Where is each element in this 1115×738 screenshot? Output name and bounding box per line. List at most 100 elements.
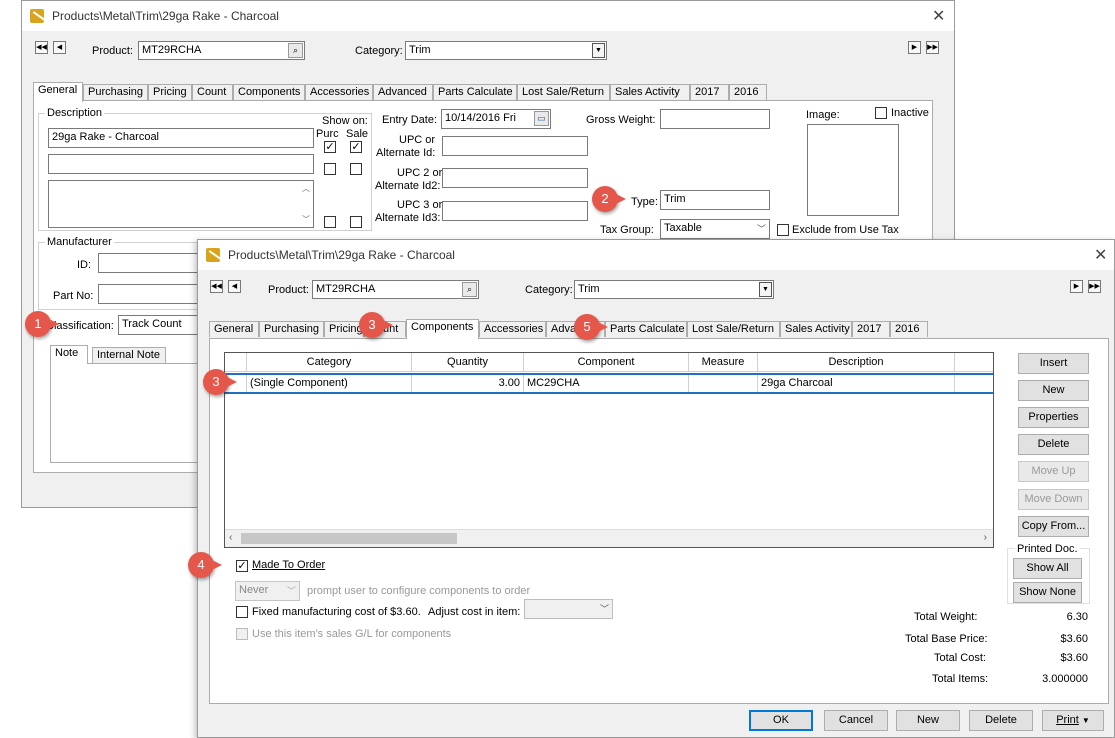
scrollbar-thumb[interactable]	[241, 533, 457, 544]
new-record-button[interactable]: New	[896, 710, 960, 731]
next-record-icon[interactable]: ▶	[1070, 280, 1083, 293]
move-up-button[interactable]: Move Up	[1018, 461, 1089, 482]
delete-component-button[interactable]: Delete	[1018, 434, 1089, 455]
cell-category[interactable]: (Single Component)	[247, 375, 412, 392]
print-button[interactable]: Print ▼	[1042, 710, 1104, 731]
table-row[interactable]: (Single Component) 3.00 MC29CHA 29ga Cha…	[225, 373, 993, 394]
note-textarea[interactable]	[50, 363, 220, 463]
copy-from-button[interactable]: Copy From...	[1018, 516, 1089, 537]
cancel-button[interactable]: Cancel	[824, 710, 888, 731]
image-box[interactable]	[807, 124, 899, 216]
tab-components[interactable]: Components	[233, 84, 305, 100]
category-select[interactable]: Trim ▼	[574, 280, 774, 299]
made-to-order-checkbox[interactable]: ✓	[236, 560, 248, 572]
tab-lost-sale-return[interactable]: Lost Sale/Return	[687, 321, 780, 337]
tab-count[interactable]: Count	[192, 84, 233, 100]
insert-button[interactable]: Insert	[1018, 353, 1089, 374]
tab-2017[interactable]: 2017	[852, 321, 890, 337]
show-none-button[interactable]: Show None	[1013, 582, 1082, 603]
tab-parts-calculate[interactable]: Parts Calculate	[433, 84, 517, 100]
description-3-field[interactable]: ︿ ﹀	[48, 180, 314, 228]
type-field[interactable]: Trim	[660, 190, 770, 210]
product-field[interactable]: MT29RCHA ⌕	[138, 41, 305, 60]
gross-weight-field[interactable]	[660, 109, 770, 129]
tab-pricing[interactable]: Pricing	[148, 84, 192, 100]
tax-group-select[interactable]: Taxable ﹀	[660, 219, 770, 239]
tab-parts-calculate[interactable]: Parts Calculate	[605, 321, 687, 337]
scroll-right-icon[interactable]: ›	[984, 532, 987, 543]
ok-button[interactable]: OK	[749, 710, 813, 731]
magnifier-icon[interactable]: ⌕	[288, 43, 303, 58]
tab-2016[interactable]: 2016	[729, 84, 767, 100]
exclude-use-tax-checkbox[interactable]	[777, 224, 789, 236]
cell-component[interactable]: MC29CHA	[524, 375, 689, 392]
prev-record-icon[interactable]: ◀	[53, 41, 66, 54]
prev-record-icon[interactable]: ◀	[228, 280, 241, 293]
new-component-button[interactable]: New	[1018, 380, 1089, 401]
first-record-icon[interactable]: ◀◀	[35, 41, 48, 54]
adjust-cost-select[interactable]: ﹀	[524, 599, 613, 619]
cell-description[interactable]: 29ga Charcoal	[758, 375, 955, 392]
grid-header-measure[interactable]: Measure	[689, 353, 758, 372]
tab-components[interactable]: Components	[406, 319, 479, 339]
tab-sales-activity[interactable]: Sales Activity	[780, 321, 852, 337]
cell-quantity[interactable]: 3.00	[412, 375, 524, 392]
tab-accessories[interactable]: Accessories	[479, 321, 546, 337]
grid-header-component[interactable]: Component	[524, 353, 689, 372]
grid-header-description[interactable]: Description	[758, 353, 955, 372]
calendar-icon[interactable]: ▭	[534, 111, 549, 126]
tab-2016[interactable]: 2016	[890, 321, 928, 337]
category-select[interactable]: Trim ▼	[405, 41, 607, 60]
desc3-purc-checkbox[interactable]	[324, 216, 336, 228]
description-2-field[interactable]	[48, 154, 314, 174]
tab-pricing[interactable]: Pricing	[324, 321, 364, 337]
close-icon[interactable]: ✕	[1094, 245, 1107, 265]
use-gl-checkbox[interactable]	[236, 628, 248, 640]
never-select[interactable]: Never ﹀	[235, 581, 300, 601]
tab-2017[interactable]: 2017	[690, 84, 729, 100]
scroll-down-icon[interactable]: ﹀	[302, 214, 310, 225]
show-all-button[interactable]: Show All	[1013, 558, 1082, 579]
type-label: Type:	[631, 196, 658, 208]
tab-general[interactable]: General	[33, 82, 83, 102]
upc-field[interactable]	[442, 136, 588, 156]
move-down-button[interactable]: Move Down	[1018, 489, 1089, 510]
desc2-sale-checkbox[interactable]	[350, 163, 362, 175]
upc2-field[interactable]	[442, 168, 588, 188]
close-icon[interactable]: ✕	[932, 6, 945, 26]
product-field[interactable]: MT29RCHA ⌕	[312, 280, 479, 299]
tab-accessories[interactable]: Accessories	[305, 84, 373, 100]
components-grid[interactable]: Category Quantity Component Measure Desc…	[224, 352, 994, 548]
tab-purchasing[interactable]: Purchasing	[259, 321, 324, 337]
desc2-purc-checkbox[interactable]	[324, 163, 336, 175]
scroll-left-icon[interactable]: ‹	[229, 532, 232, 543]
grid-header-category[interactable]: Category	[247, 353, 412, 372]
grid-header-quantity[interactable]: Quantity	[412, 353, 524, 372]
entry-date-field[interactable]: 10/14/2016 Fri ▭	[441, 109, 551, 129]
scroll-up-icon[interactable]: ︿	[302, 183, 310, 194]
horizontal-scrollbar[interactable]: ‹ ›	[225, 529, 993, 547]
first-record-icon[interactable]: ◀◀	[210, 280, 223, 293]
cell-measure[interactable]	[689, 375, 758, 392]
tab-general[interactable]: General	[209, 321, 259, 337]
desc3-sale-checkbox[interactable]	[350, 216, 362, 228]
desc1-purc-checkbox[interactable]: ✓	[324, 141, 336, 153]
last-record-icon[interactable]: ▶▶	[926, 41, 939, 54]
last-record-icon[interactable]: ▶▶	[1088, 280, 1101, 293]
description-1-field[interactable]: 29ga Rake - Charcoal	[48, 128, 314, 148]
chevron-down-icon: ▼	[1081, 716, 1090, 725]
fixed-cost-checkbox[interactable]	[236, 606, 248, 618]
tab-purchasing[interactable]: Purchasing	[83, 84, 148, 100]
magnifier-icon[interactable]: ⌕	[462, 282, 477, 297]
upc3-field[interactable]	[442, 201, 588, 221]
next-record-icon[interactable]: ▶	[908, 41, 921, 54]
tab-note[interactable]: Note	[50, 345, 88, 364]
properties-button[interactable]: Properties	[1018, 407, 1089, 428]
inactive-checkbox[interactable]	[875, 107, 887, 119]
tab-lost-sale-return[interactable]: Lost Sale/Return	[517, 84, 610, 100]
tab-internal-note[interactable]: Internal Note	[92, 347, 166, 363]
desc1-sale-checkbox[interactable]: ✓	[350, 141, 362, 153]
tab-advanced[interactable]: Advanced	[373, 84, 433, 100]
tab-sales-activity[interactable]: Sales Activity	[610, 84, 690, 100]
delete-record-button[interactable]: Delete	[969, 710, 1033, 731]
